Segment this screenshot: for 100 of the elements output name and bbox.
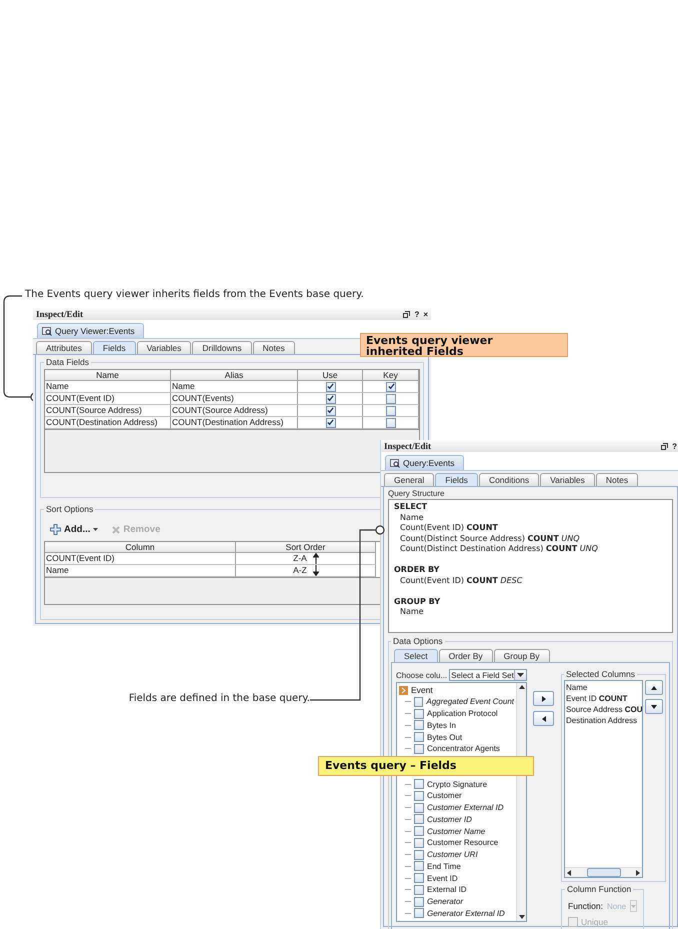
checkbox[interactable] xyxy=(326,382,336,392)
tab[interactable]: Notes xyxy=(252,341,295,354)
caption: Fields are defined in the base query. xyxy=(128,693,310,704)
checkbox[interactable] xyxy=(414,826,424,836)
field-label: Function: xyxy=(568,901,603,911)
checkbox[interactable] xyxy=(414,802,424,813)
move-up-button[interactable] xyxy=(645,680,663,695)
tree-item[interactable]: Customer xyxy=(427,791,462,800)
tree-item[interactable]: Bytes Out xyxy=(427,732,462,742)
section-title: Query Structure xyxy=(388,489,446,498)
checkbox[interactable] xyxy=(386,418,396,428)
list-item[interactable]: Name xyxy=(566,682,641,693)
add-button[interactable]: Add... xyxy=(50,524,98,535)
scrollbar[interactable] xyxy=(516,683,526,921)
checkbox[interactable] xyxy=(414,779,424,790)
checkbox[interactable] xyxy=(414,873,424,884)
tab[interactable]: Order By xyxy=(438,649,493,662)
restore-icon[interactable] xyxy=(403,310,410,318)
list-item[interactable]: Event ID COUNT xyxy=(566,693,641,704)
checkbox[interactable] xyxy=(414,790,424,801)
checkbox[interactable] xyxy=(414,896,424,907)
checkbox[interactable] xyxy=(414,884,424,895)
column-header[interactable]: Alias xyxy=(171,370,298,381)
move-down-button[interactable] xyxy=(645,699,663,714)
tree-item[interactable]: Bytes In xyxy=(427,720,456,730)
tab[interactable]: Group By xyxy=(494,649,550,662)
caret-up-icon xyxy=(518,685,524,689)
list-item[interactable]: Destination Address xyxy=(566,715,641,726)
tree-item[interactable]: Customer URI xyxy=(427,850,478,860)
arrow-up-icon xyxy=(312,553,319,564)
checkbox[interactable] xyxy=(414,696,424,707)
document-tab[interactable]: Query Viewer:Events xyxy=(37,323,144,338)
group-title: Data Fields xyxy=(45,357,90,367)
tree-item[interactable]: Customer External ID xyxy=(427,803,504,812)
tree-item[interactable]: Crypto Signature xyxy=(427,780,488,789)
tree-item[interactable]: Customer Resource xyxy=(427,838,498,848)
list-item[interactable]: Source Address COU xyxy=(566,704,641,715)
tree-item[interactable]: External ID xyxy=(427,885,467,894)
query-line: Name xyxy=(399,512,425,523)
restore-icon[interactable] xyxy=(661,442,668,450)
checkbox[interactable] xyxy=(414,861,424,872)
tree-item[interactable]: Concentrator Agents xyxy=(427,744,500,754)
checkbox[interactable] xyxy=(414,708,424,719)
tree-item[interactable]: Generator xyxy=(427,897,464,906)
checkbox[interactable] xyxy=(414,732,424,742)
tab[interactable]: Select xyxy=(394,649,438,662)
plus-icon xyxy=(50,524,61,535)
checkbox[interactable] xyxy=(414,838,424,848)
document-tab[interactable]: Query:Events xyxy=(385,455,464,470)
query-icon xyxy=(390,458,400,468)
tree-item[interactable]: Event xyxy=(411,685,433,695)
checkbox[interactable] xyxy=(386,406,396,416)
checkbox[interactable] xyxy=(414,814,424,824)
checkbox[interactable] xyxy=(386,382,396,392)
field-set-dropdown[interactable]: Select a Field Set xyxy=(449,669,527,681)
scrollbar[interactable] xyxy=(565,867,642,877)
dropdown-button[interactable] xyxy=(630,900,638,912)
tree-item[interactable]: Application Protocol xyxy=(427,709,498,718)
checkbox[interactable] xyxy=(414,850,424,860)
query-keyword: ORDER BY xyxy=(394,565,440,576)
title-bar-button[interactable]: ? xyxy=(414,310,420,318)
tab[interactable]: Variables xyxy=(540,473,595,486)
title-bar-button[interactable]: ? xyxy=(672,442,677,450)
checkbox[interactable] xyxy=(414,720,424,730)
tab[interactable]: Drilldowns xyxy=(192,341,252,354)
tab[interactable]: Fields xyxy=(92,341,136,354)
tree-item[interactable]: Aggregated Event Count xyxy=(426,697,514,706)
tree-item[interactable]: End Time xyxy=(427,862,461,871)
tree-item[interactable]: Customer ID xyxy=(427,814,472,824)
window-title: Inspect/Edit xyxy=(384,441,432,451)
checkbox-label: Unique xyxy=(581,917,608,927)
checkbox[interactable] xyxy=(414,744,424,754)
checkbox[interactable] xyxy=(414,908,424,918)
callout: Events query – Fields xyxy=(318,756,534,776)
column-header[interactable]: Column xyxy=(45,542,236,553)
checkbox[interactable] xyxy=(386,394,396,404)
remove-column-button[interactable] xyxy=(533,711,554,726)
add-column-button[interactable] xyxy=(533,691,554,706)
column-header[interactable]: Use xyxy=(298,370,363,381)
tab[interactable]: Fields xyxy=(435,473,478,486)
tree-item[interactable]: Generator External ID xyxy=(427,908,505,918)
group-title: Data Options xyxy=(392,636,444,646)
caret-down-icon xyxy=(517,673,524,677)
query-line: Count(Distinct Destination Address) COUNT UNQ xyxy=(399,544,599,554)
tab[interactable]: Conditions xyxy=(478,473,540,486)
tab[interactable]: Notes xyxy=(596,473,638,486)
checkbox[interactable] xyxy=(326,394,336,404)
tab[interactable]: General xyxy=(384,473,434,486)
tab[interactable]: Attributes xyxy=(36,341,92,354)
tree-item[interactable]: Event ID xyxy=(427,874,458,883)
group-title: Sort Options xyxy=(45,504,94,514)
tree-item[interactable]: Customer Name xyxy=(427,826,486,836)
checkbox[interactable] xyxy=(326,418,336,428)
column-header[interactable]: Key xyxy=(363,370,419,381)
arrow-left-icon xyxy=(542,716,546,722)
column-header[interactable]: Sort Order xyxy=(236,542,376,553)
tab[interactable]: Variables xyxy=(136,341,192,354)
column-header[interactable]: Name xyxy=(45,370,171,381)
title-bar-button[interactable]: × xyxy=(423,310,428,318)
checkbox[interactable] xyxy=(326,406,336,416)
